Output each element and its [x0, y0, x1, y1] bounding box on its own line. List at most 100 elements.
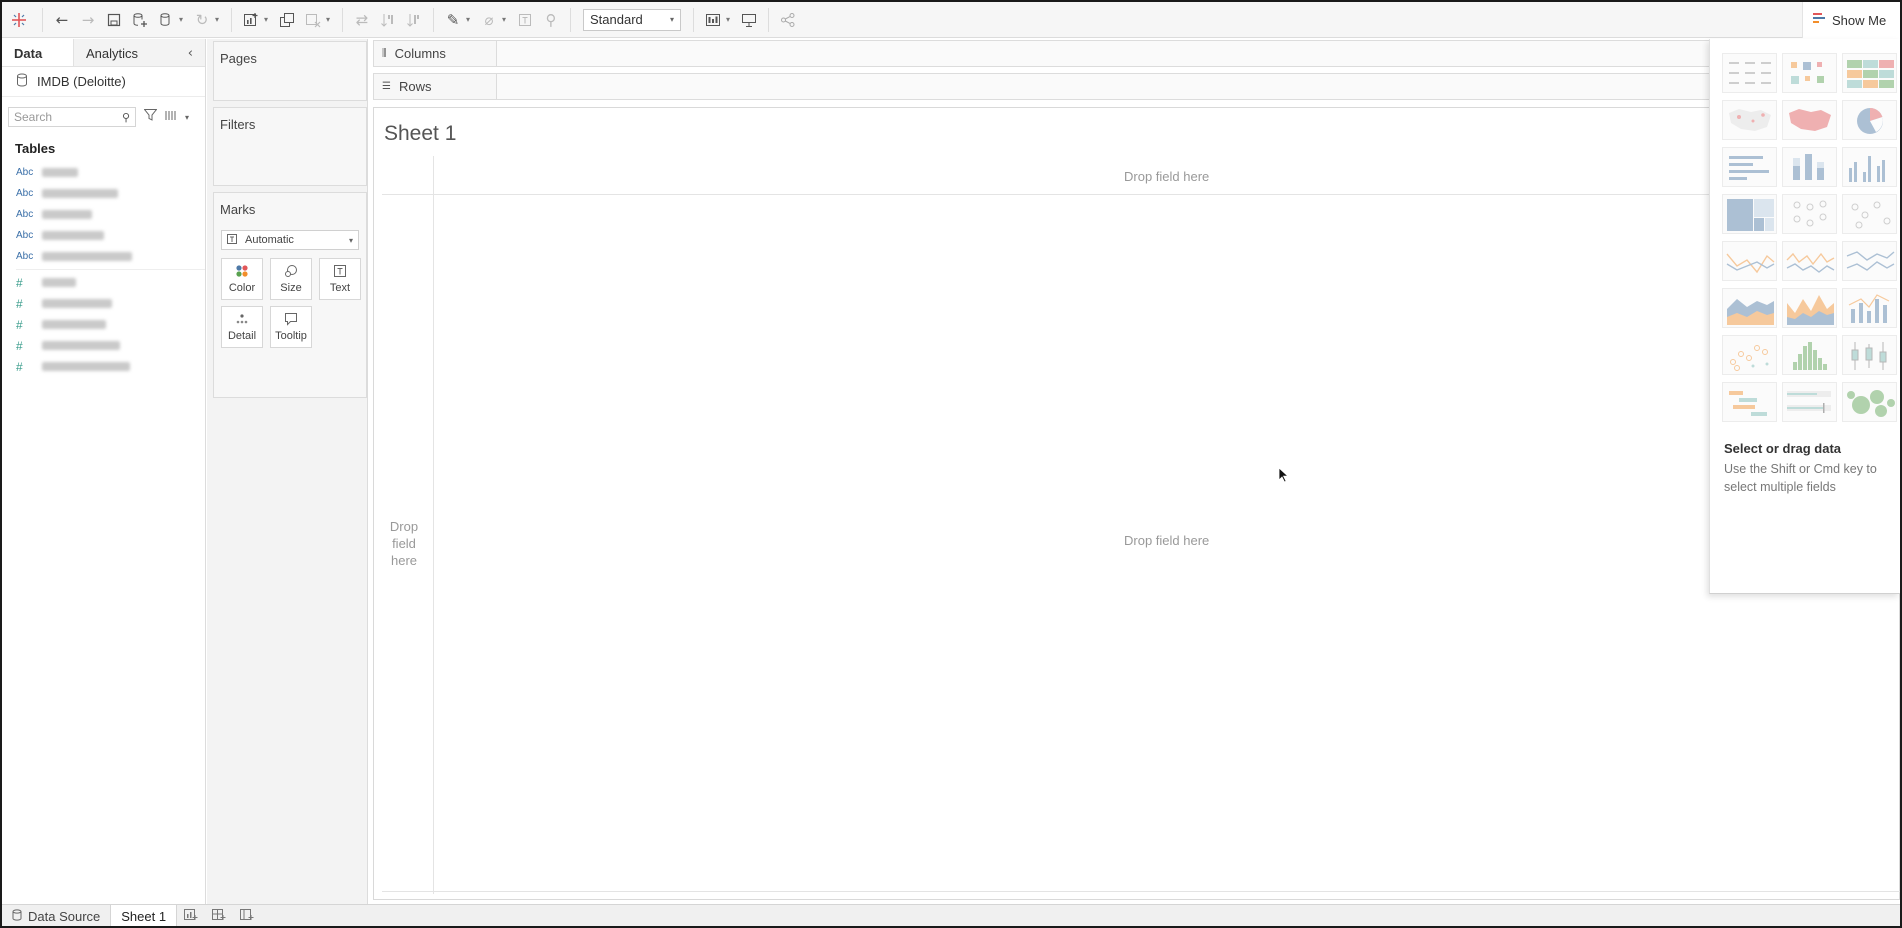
stacked-bars-thumb[interactable]: [1782, 147, 1837, 187]
dimension-field[interactable]: Abc: [2, 204, 205, 225]
packed-bubbles-thumb[interactable]: [1842, 382, 1897, 422]
view-drop-zone[interactable]: Drop field here: [1124, 533, 1209, 548]
dimension-field[interactable]: Abc: [2, 183, 205, 204]
fit-select[interactable]: Standard ▾: [583, 8, 681, 31]
tables-heading: Tables: [15, 141, 56, 156]
pin-icon[interactable]: ⚲: [538, 7, 564, 33]
sort-ascending-icon[interactable]: [375, 7, 401, 33]
histogram-thumb[interactable]: [1782, 335, 1837, 375]
filter-icon[interactable]: [143, 109, 158, 125]
area-discrete-thumb[interactable]: [1782, 288, 1837, 328]
columns-drop-area[interactable]: [497, 40, 1900, 67]
symbol-map-thumb[interactable]: [1722, 100, 1777, 140]
rows-drop-area[interactable]: [497, 73, 1900, 100]
show-me-button[interactable]: Show Me: [1802, 2, 1900, 38]
gantt-chart-thumb[interactable]: [1722, 382, 1777, 422]
row-drop-zone[interactable]: Drop field here: [384, 518, 424, 569]
swap-icon[interactable]: ⇄: [349, 7, 375, 33]
measure-field[interactable]: #: [2, 272, 205, 293]
view-options-icon[interactable]: [165, 110, 177, 125]
new-worksheet-icon[interactable]: [238, 7, 264, 33]
group-menu-caret[interactable]: ▾: [502, 15, 512, 24]
group-icon[interactable]: ⌀: [476, 7, 502, 33]
horizontal-bars-thumb[interactable]: [1722, 147, 1777, 187]
new-story-icon[interactable]: [233, 908, 261, 925]
filters-title: Filters: [220, 117, 256, 132]
sort-descending-icon[interactable]: [401, 7, 427, 33]
treemap-thumb[interactable]: [1722, 194, 1777, 234]
datasource-item[interactable]: IMDB (Deloitte): [2, 67, 205, 97]
datasource-icon[interactable]: [153, 7, 179, 33]
new-sheet-menu-caret[interactable]: ▾: [264, 15, 274, 24]
undo-icon[interactable]: ←: [49, 7, 75, 33]
sheet-title[interactable]: Sheet 1: [384, 122, 456, 146]
filters-card[interactable]: Filters: [213, 107, 367, 186]
sheet-tab[interactable]: Sheet 1: [111, 904, 178, 926]
refresh-icon[interactable]: ↻: [189, 7, 215, 33]
text-table-thumb[interactable]: [1722, 53, 1777, 93]
duplicate-sheet-icon[interactable]: [274, 7, 300, 33]
highlight-icon[interactable]: ✎: [440, 7, 466, 33]
clear-menu-caret[interactable]: ▾: [326, 15, 336, 24]
highlight-table-thumb[interactable]: [1842, 53, 1897, 93]
circle-views-thumb[interactable]: [1782, 194, 1837, 234]
text-button[interactable]: Text: [319, 258, 361, 300]
line-continuous-thumb[interactable]: [1722, 241, 1777, 281]
line-discrete-thumb[interactable]: [1782, 241, 1837, 281]
presentation-icon[interactable]: [736, 7, 762, 33]
search-icon: ⚲: [121, 110, 130, 124]
new-worksheet-icon[interactable]: [177, 908, 205, 925]
dimension-field[interactable]: Abc: [2, 162, 205, 183]
tab-analytics[interactable]: Analytics: [74, 39, 150, 66]
size-button[interactable]: Size: [270, 258, 312, 300]
dimension-field[interactable]: Abc: [2, 246, 205, 267]
tableau-logo-icon[interactable]: [2, 7, 36, 33]
search-input[interactable]: Search ⚲: [8, 107, 136, 127]
side-by-side-bars-thumb[interactable]: [1842, 147, 1897, 187]
worksheet-canvas: Sheet 1 Drop field here Drop field here …: [373, 107, 1900, 900]
pages-card[interactable]: Pages: [213, 41, 367, 101]
label-icon[interactable]: [512, 7, 538, 33]
area-continuous-thumb[interactable]: [1722, 288, 1777, 328]
tab-data[interactable]: Data: [2, 39, 74, 66]
measure-field[interactable]: #: [2, 335, 205, 356]
dual-combination-thumb[interactable]: [1842, 288, 1897, 328]
share-icon[interactable]: [775, 7, 801, 33]
scatter-plot-thumb[interactable]: [1722, 335, 1777, 375]
string-type-icon: Abc: [16, 230, 34, 241]
bullet-graph-thumb[interactable]: [1782, 382, 1837, 422]
datasource-menu-caret[interactable]: ▾: [179, 15, 189, 24]
highlight-menu-caret[interactable]: ▾: [466, 15, 476, 24]
chevron-down-icon[interactable]: ▾: [185, 113, 189, 122]
detail-button[interactable]: Detail: [221, 306, 263, 348]
new-dashboard-icon[interactable]: [205, 908, 233, 925]
color-button[interactable]: Color: [221, 258, 263, 300]
redo-icon[interactable]: →: [75, 7, 101, 33]
refresh-menu-caret[interactable]: ▾: [215, 15, 225, 24]
dimension-field[interactable]: Abc: [2, 225, 205, 246]
collapse-pane-icon[interactable]: ‹: [176, 39, 205, 66]
box-whisker-thumb[interactable]: [1842, 335, 1897, 375]
column-drop-zone[interactable]: Drop field here: [1124, 169, 1209, 184]
columns-shelf: ⫼ Columns: [373, 40, 1900, 67]
show-cards-menu-caret[interactable]: ▾: [726, 15, 736, 24]
measure-field[interactable]: #: [2, 293, 205, 314]
fit-select-value: Standard: [590, 12, 643, 27]
measure-field[interactable]: #: [2, 314, 205, 335]
rows-label: Rows: [398, 79, 432, 94]
filled-map-thumb[interactable]: [1782, 100, 1837, 140]
show-cards-icon[interactable]: [700, 7, 726, 33]
dual-line-thumb[interactable]: [1842, 241, 1897, 281]
columns-label-box: ⫼ Columns: [373, 40, 497, 67]
pie-chart-thumb[interactable]: [1842, 100, 1897, 140]
new-datasource-icon[interactable]: [127, 7, 153, 33]
clear-sheet-icon[interactable]: [300, 7, 326, 33]
tooltip-button[interactable]: Tooltip: [270, 306, 312, 348]
side-by-side-circles-thumb[interactable]: [1842, 194, 1897, 234]
data-source-tab[interactable]: Data Source: [2, 904, 112, 926]
measure-field[interactable]: #: [2, 356, 205, 377]
number-type-icon: #: [16, 317, 23, 332]
save-icon[interactable]: [101, 7, 127, 33]
heat-map-thumb[interactable]: [1782, 53, 1837, 93]
mark-type-select[interactable]: Automatic ▾: [221, 230, 359, 250]
